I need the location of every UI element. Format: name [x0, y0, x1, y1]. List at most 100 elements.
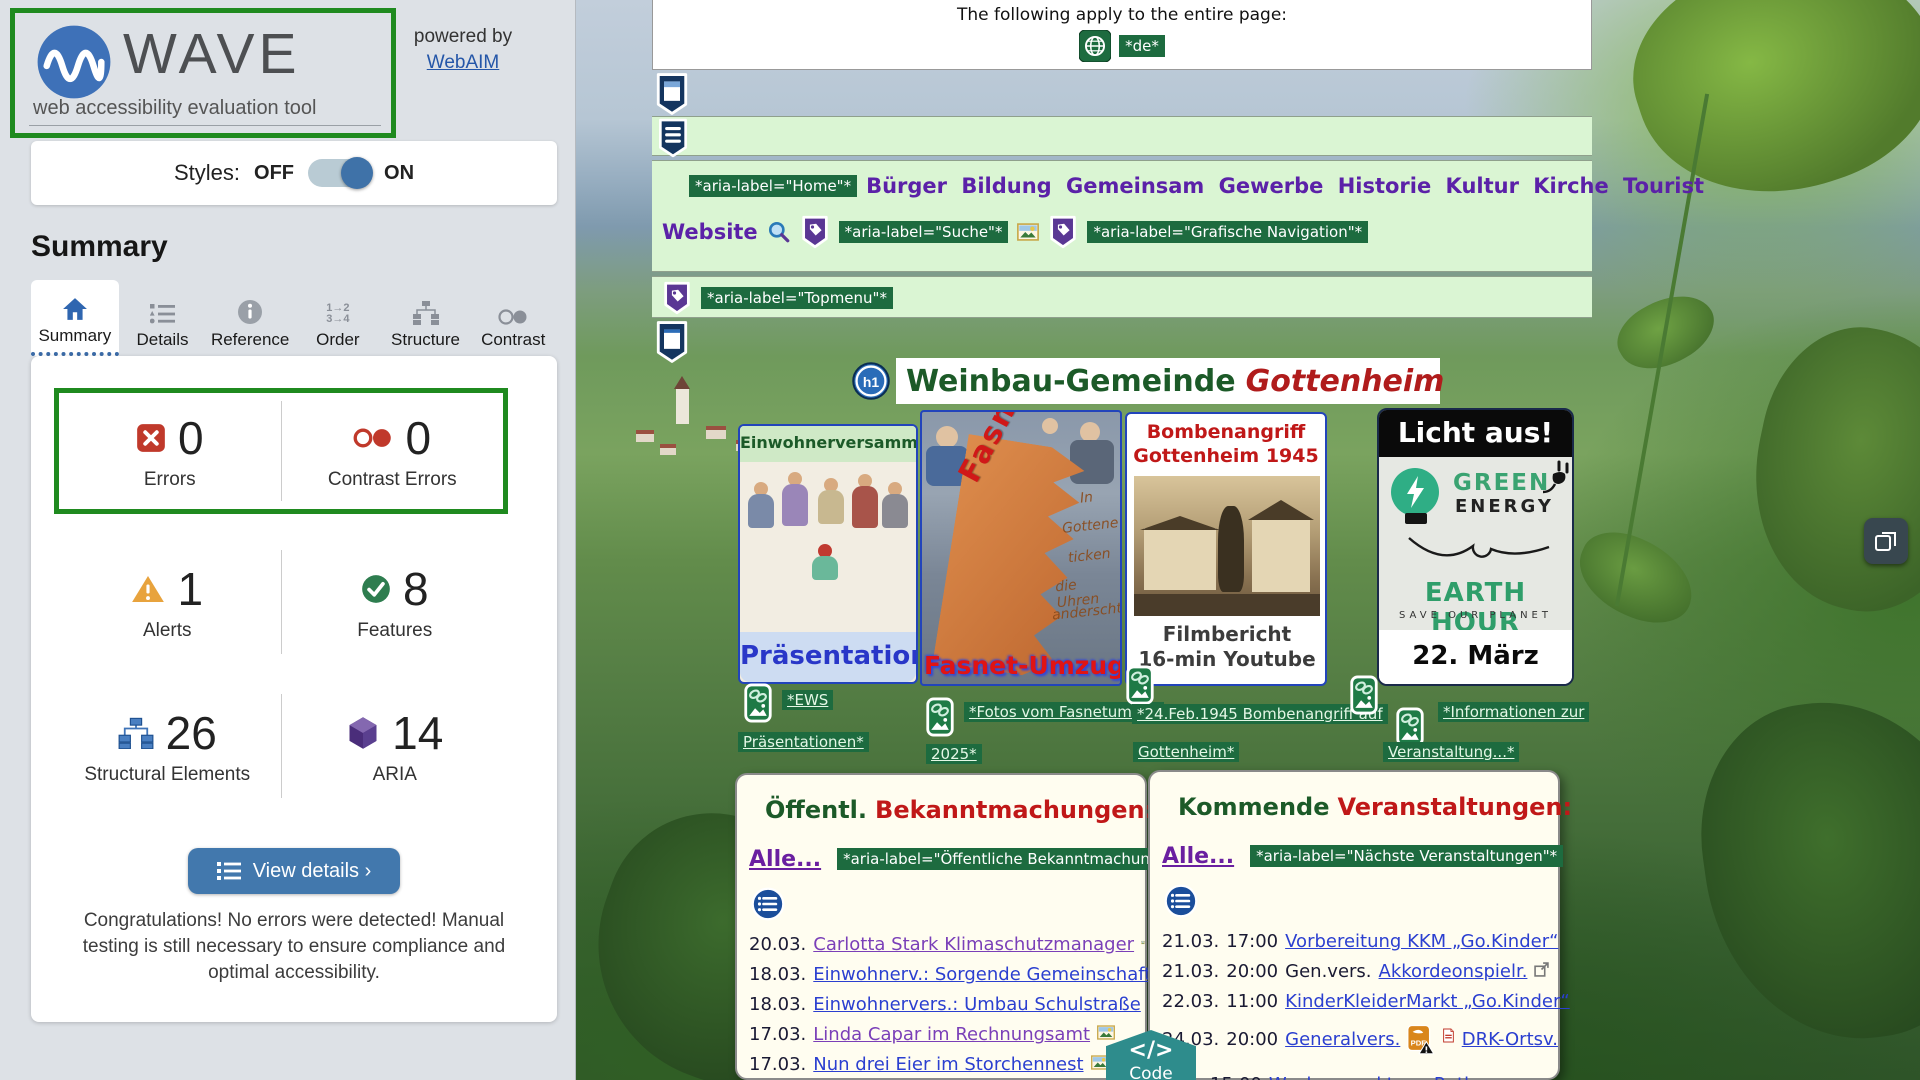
info-icon — [237, 299, 263, 325]
contrast-icon — [497, 309, 529, 325]
page-title: Weinbau-Gemeinde Gottenheim — [896, 358, 1440, 404]
screen: WAVE web accessibility evaluation tool p… — [0, 0, 1920, 1080]
handwriting: Gottene — [1061, 515, 1119, 537]
image-title: Einwohnerversammlung — [740, 426, 916, 462]
announcement-link[interactable]: Nun drei Eier im Storchennest — [813, 1054, 1083, 1075]
announcement-link[interactable]: Einwohnerv.: Sorgende Gemeinschaft — [813, 964, 1151, 985]
tab-contrast[interactable]: Contrast — [469, 280, 557, 356]
panel-heading-green: Kommende — [1178, 793, 1330, 821]
stat-features[interactable]: 8 Features — [282, 542, 509, 662]
announcement-link[interactable]: Carlotta Stark Klimaschutzmanager — [813, 934, 1134, 955]
toggle-knob[interactable] — [341, 157, 373, 189]
alert-icon — [131, 574, 165, 604]
wave-logo-title: WAVE — [123, 21, 301, 87]
image-bombenangriff[interactable]: Bombenangriff Gottenheim 1945 Filmberich… — [1125, 412, 1327, 686]
search-icon[interactable] — [767, 220, 791, 244]
main-landmark-icon[interactable] — [656, 320, 688, 364]
image-fasnet[interactable]: Fasnet In Gottene ticken die Uhren ander… — [920, 410, 1122, 686]
divider — [29, 125, 381, 126]
announcement-row: 18.03. Einwohnervers.: Umbau Schulstraße — [737, 994, 1145, 1015]
stat-label: Errors — [144, 469, 196, 491]
panel-veranstaltungen: h2 Kommende Veranstaltungen: Alle... *ar… — [1148, 770, 1560, 1080]
stat-value: 14 — [392, 706, 443, 760]
view-details-button[interactable]: View details › — [188, 848, 400, 894]
image-praesentation[interactable]: Einwohnerversammlung Präsentation — [738, 424, 918, 684]
styles-off-label: OFF — [254, 162, 294, 185]
aria-cube-icon — [346, 715, 380, 751]
announcement-link[interactable]: Linda Capar im Rechnungsamt — [813, 1024, 1090, 1045]
tab-label: Contrast — [481, 330, 545, 350]
bulb-icon — [1391, 468, 1439, 516]
clipart-person — [852, 474, 878, 528]
styles-toggle[interactable] — [308, 159, 370, 187]
tab-reference[interactable]: Reference — [206, 280, 294, 356]
stat-contrast-errors[interactable]: 0 Contrast Errors — [282, 393, 504, 509]
h1-icon[interactable]: h1 — [852, 362, 890, 400]
tab-label: Structure — [391, 330, 460, 350]
all-announcements-link[interactable]: Alle... — [749, 847, 821, 872]
event-row: 15:00 Wochenmarkt am Rathaus — [1150, 1074, 1558, 1080]
event-link[interactable]: Generalvers. — [1285, 1029, 1400, 1050]
code-icon: </> — [1106, 1038, 1196, 1063]
page-title-red: Gottenheim — [1246, 364, 1445, 399]
handwriting: ticken — [1067, 546, 1111, 566]
aria-label-tag-icon[interactable] — [800, 215, 830, 249]
ground — [1134, 594, 1320, 616]
linked-image-icon[interactable] — [926, 696, 954, 738]
tab-structure[interactable]: Structure — [382, 280, 470, 356]
event-link[interactable]: KinderKleiderMarkt „Go.Kinder“ — [1285, 991, 1570, 1012]
stat-aria[interactable]: 14 ARIA — [282, 686, 509, 806]
aria-label-tag-icon[interactable] — [1048, 215, 1078, 249]
external-link-icon — [1534, 962, 1549, 977]
image-link-label[interactable]: 2025* — [926, 744, 982, 764]
image-link-label[interactable]: Veranstaltung...* — [1383, 742, 1519, 762]
historic-photo — [1134, 476, 1320, 616]
tab-summary[interactable]: Summary — [31, 280, 119, 356]
event-row: 21.03. 20:00 Gen.vers. Akkordeonspielr. — [1150, 961, 1558, 982]
image-link-label[interactable]: Präsentationen* — [738, 732, 869, 752]
announcement-link[interactable]: Einwohnervers.: Umbau Schulstraße — [813, 994, 1141, 1015]
language-globe-icon[interactable] — [1079, 30, 1111, 62]
list-structure-icon[interactable] — [1164, 884, 1198, 918]
crowd-body — [1070, 440, 1114, 484]
event-link[interactable]: Wochenmarkt am Rathaus — [1269, 1074, 1507, 1080]
header-landmark-icon[interactable] — [656, 72, 688, 116]
nav-link-website[interactable]: Website — [662, 220, 758, 244]
tab-order[interactable]: 1→2 3→4 Order — [294, 280, 382, 356]
linked-image-icon[interactable] — [1126, 664, 1154, 706]
congratulations-text: Congratulations! No errors were detected… — [74, 908, 514, 986]
aria-label-home: *aria-label="Home"* — [689, 175, 857, 197]
errors-highlight-box: 0 Errors 0 Contrast Errors — [54, 388, 508, 514]
church-roof — [1248, 500, 1314, 520]
aria-label-search: *aria-label="Suche"* — [839, 221, 1009, 243]
stat-value: 1 — [177, 562, 203, 616]
linked-image-icon[interactable] — [1350, 674, 1378, 716]
event-link[interactable]: Vorbereitung KKM „Go.Kinder“ — [1285, 931, 1558, 952]
webaim-link[interactable]: WebAIM — [427, 52, 500, 73]
announcement-row: 17.03. Nun drei Eier im Storchennest — [737, 1054, 1145, 1075]
nav-menu-links[interactable]: Bürger Bildung Gemeinsam Gewerbe Histori… — [866, 174, 1704, 198]
image-link-label[interactable]: *EWS — [782, 690, 833, 710]
event-link[interactable]: Akkordeonspielr. — [1379, 961, 1528, 982]
tab-details[interactable]: Details — [119, 280, 207, 356]
image-link-label[interactable]: *Informationen zur — [1438, 702, 1589, 722]
list-structure-icon[interactable] — [751, 887, 785, 921]
event-link[interactable]: DRK-Ortsv. — [1462, 1029, 1558, 1050]
structure-tree-icon — [412, 301, 440, 325]
stat-alerts[interactable]: 1 Alerts — [54, 542, 281, 662]
summary-stats-card: 0 Errors 0 Contrast Errors — [31, 356, 557, 1022]
overlay-layers-button[interactable] — [1864, 518, 1908, 564]
stat-structural[interactable]: 26 Structural Elements — [54, 686, 281, 806]
image-link-label[interactable]: Gottenheim* — [1133, 742, 1239, 762]
image-earth-hour[interactable]: Licht aus! GREEN ENERGY EARTH HOUR SAVE … — [1377, 408, 1574, 686]
linked-image-icon[interactable] — [744, 682, 772, 724]
tab-label: Order — [316, 330, 359, 350]
bulb-base — [1405, 513, 1427, 524]
aria-label-tag-icon[interactable] — [662, 281, 692, 315]
tab-label: Details — [137, 330, 189, 350]
navigation-landmark-icon[interactable] — [658, 118, 688, 158]
stat-errors[interactable]: 0 Errors — [59, 393, 281, 509]
clipart-person — [818, 478, 844, 524]
all-events-link[interactable]: Alle... — [1162, 844, 1234, 869]
pdf-alert-icon[interactable]: PDF — [1407, 1020, 1434, 1060]
